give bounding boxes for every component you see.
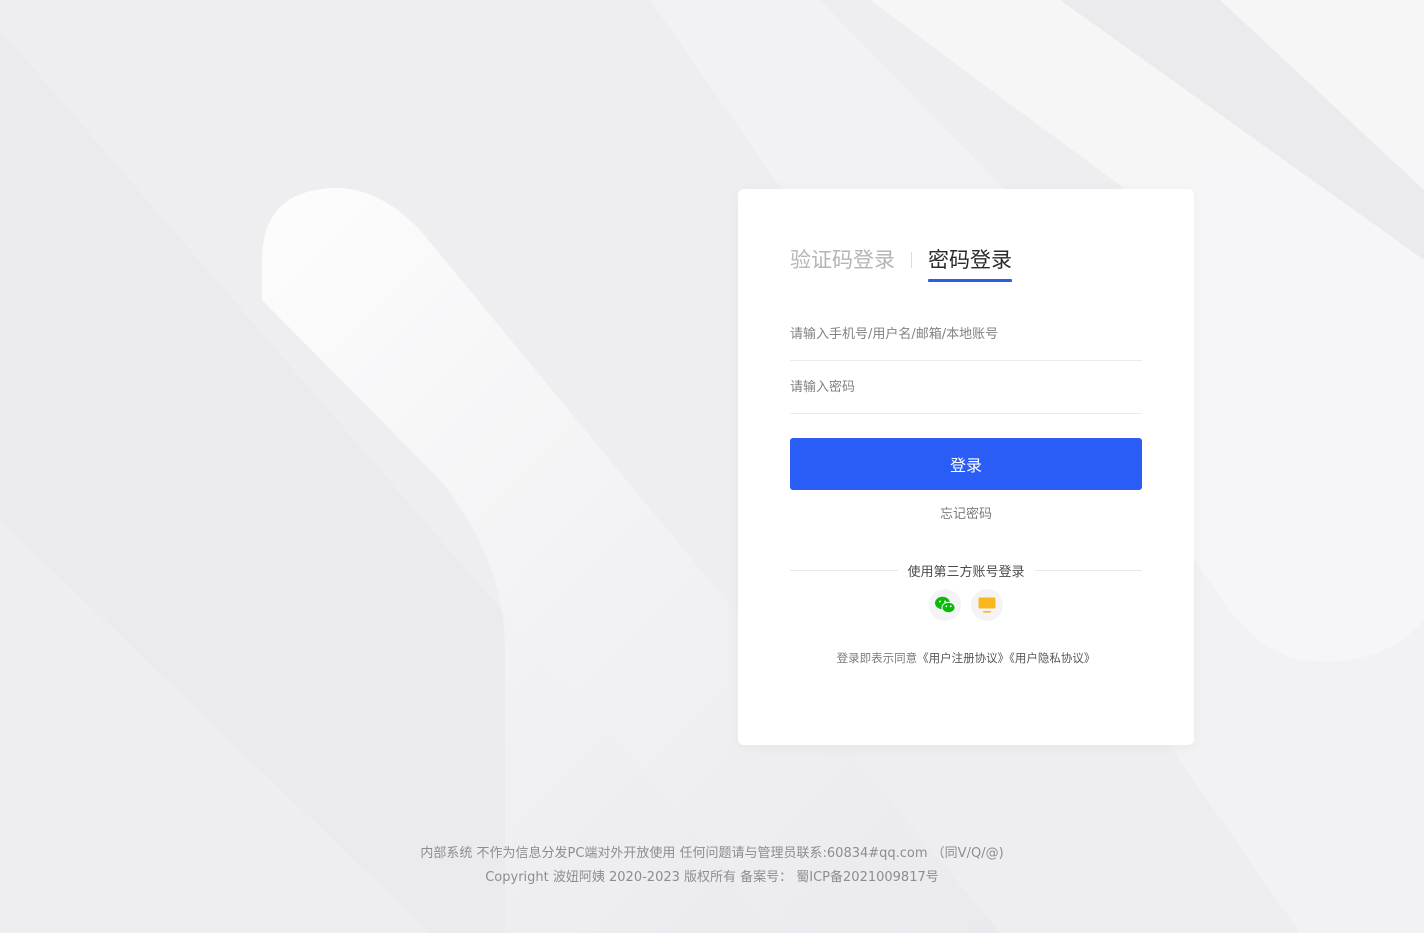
third-party-label: 使用第三方账号登录 xyxy=(907,565,1025,580)
monitor-icon xyxy=(978,597,996,613)
agreement-prefix: 登录即表示同意 xyxy=(836,651,918,665)
wechat-icon xyxy=(935,596,956,614)
user-agreement-link[interactable]: 《用户注册协议》 xyxy=(917,651,1009,665)
username-field xyxy=(790,308,1142,361)
login-button[interactable]: 登录 xyxy=(790,438,1142,490)
background xyxy=(0,0,1424,933)
login-card: 验证码登录 密码登录 登录 忘记密码 使用第三方账号登录 xyxy=(738,189,1194,745)
tab-sms-login[interactable]: 验证码登录 xyxy=(790,245,895,275)
tab-divider xyxy=(911,252,912,268)
background-art xyxy=(0,0,1424,933)
login-tabs: 验证码登录 密码登录 xyxy=(790,245,1012,282)
privacy-agreement-link[interactable]: 《用户隐私协议》 xyxy=(1009,651,1095,665)
active-tab-indicator xyxy=(928,279,1012,282)
wechat-login-button[interactable] xyxy=(929,589,961,621)
footer-notice: 内部系统 不作为信息分发PC端对外开放使用 任何问题请与管理员联系:60834#… xyxy=(420,846,1004,861)
password-input[interactable] xyxy=(790,361,1142,413)
footer-copyright: Copyright 波妞阿姨 2020-2023 版权所有 备案号： 蜀ICP备… xyxy=(485,870,939,885)
password-field xyxy=(790,361,1142,414)
monitor-login-button[interactable] xyxy=(971,589,1003,621)
social-login-buttons xyxy=(738,589,1194,621)
agreement-text: 登录即表示同意《用户注册协议》《用户隐私协议》 xyxy=(738,650,1194,666)
username-input[interactable] xyxy=(790,308,1142,360)
forgot-password-link[interactable]: 忘记密码 xyxy=(790,503,1142,522)
divider-line-right xyxy=(1034,570,1143,571)
third-party-divider: 使用第三方账号登录 xyxy=(790,561,1143,580)
tab-password-login-label: 密码登录 xyxy=(928,248,1012,272)
page-footer: 内部系统 不作为信息分发PC端对外开放使用 任何问题请与管理员联系:60834#… xyxy=(0,842,1424,890)
tab-password-login[interactable]: 密码登录 xyxy=(928,245,1012,282)
divider-line-left xyxy=(790,570,898,571)
